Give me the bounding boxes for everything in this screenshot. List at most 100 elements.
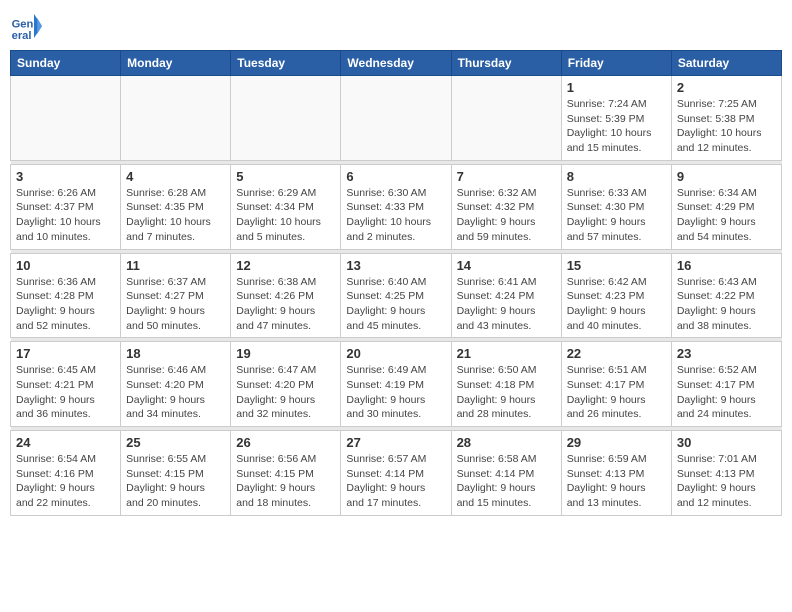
day-cell: 3 Sunrise: 6:26 AM Sunset: 4:37 PM Daylig… (11, 164, 121, 249)
day-info: Sunrise: 6:40 AM Sunset: 4:25 PM Dayligh… (346, 275, 445, 334)
day-cell: 24 Sunrise: 6:54 AM Sunset: 4:16 PM Dayli… (11, 431, 121, 516)
day-info: Sunrise: 6:30 AM Sunset: 4:33 PM Dayligh… (346, 186, 445, 245)
day-number: 12 (236, 258, 335, 273)
day-number: 10 (16, 258, 115, 273)
day-cell: 14 Sunrise: 6:41 AM Sunset: 4:24 PM Dayli… (451, 253, 561, 338)
day-info: Sunrise: 6:55 AM Sunset: 4:15 PM Dayligh… (126, 452, 225, 511)
weekday-header-monday: Monday (121, 51, 231, 76)
day-cell: 23 Sunrise: 6:52 AM Sunset: 4:17 PM Dayli… (671, 342, 781, 427)
day-number: 21 (457, 346, 556, 361)
day-number: 20 (346, 346, 445, 361)
day-number: 28 (457, 435, 556, 450)
day-cell: 29 Sunrise: 6:59 AM Sunset: 4:13 PM Dayli… (561, 431, 671, 516)
day-cell: 6 Sunrise: 6:30 AM Sunset: 4:33 PM Daylig… (341, 164, 451, 249)
day-number: 17 (16, 346, 115, 361)
day-cell: 19Sunrise: 6:47 AM Sunset: 4:20 PM Dayli… (231, 342, 341, 427)
day-number: 26 (236, 435, 335, 450)
day-number: 29 (567, 435, 666, 450)
day-cell: 8 Sunrise: 6:33 AM Sunset: 4:30 PM Daylig… (561, 164, 671, 249)
day-number: 5 (236, 169, 335, 184)
day-info: Sunrise: 6:28 AM Sunset: 4:35 PM Dayligh… (126, 186, 225, 245)
day-number: 7 (457, 169, 556, 184)
day-number: 9 (677, 169, 776, 184)
day-number: 16 (677, 258, 776, 273)
day-info: Sunrise: 6:57 AM Sunset: 4:14 PM Dayligh… (346, 452, 445, 511)
day-info: Sunrise: 6:33 AM Sunset: 4:30 PM Dayligh… (567, 186, 666, 245)
day-info: Sunrise: 6:59 AM Sunset: 4:13 PM Dayligh… (567, 452, 666, 511)
day-cell: 10 Sunrise: 6:36 AM Sunset: 4:28 PM Dayli… (11, 253, 121, 338)
week-row-2: 3 Sunrise: 6:26 AM Sunset: 4:37 PM Daylig… (11, 164, 782, 249)
day-number: 23 (677, 346, 776, 361)
day-number: 25 (126, 435, 225, 450)
day-cell (121, 76, 231, 161)
day-info: Sunrise: 6:43 AM Sunset: 4:22 PM Dayligh… (677, 275, 776, 334)
day-number: 14 (457, 258, 556, 273)
day-cell: 1Sunrise: 7:24 AM Sunset: 5:39 PM Daylig… (561, 76, 671, 161)
day-number: 8 (567, 169, 666, 184)
day-info: Sunrise: 6:37 AM Sunset: 4:27 PM Dayligh… (126, 275, 225, 334)
day-cell: 2 Sunrise: 7:25 AM Sunset: 5:38 PM Daylig… (671, 76, 781, 161)
day-number: 1 (567, 80, 666, 95)
day-cell: 25 Sunrise: 6:55 AM Sunset: 4:15 PM Dayli… (121, 431, 231, 516)
day-cell: 4 Sunrise: 6:28 AM Sunset: 4:35 PM Daylig… (121, 164, 231, 249)
day-number: 11 (126, 258, 225, 273)
day-number: 27 (346, 435, 445, 450)
day-cell (11, 76, 121, 161)
day-number: 3 (16, 169, 115, 184)
weekday-header-thursday: Thursday (451, 51, 561, 76)
day-info: Sunrise: 7:25 AM Sunset: 5:38 PM Dayligh… (677, 97, 776, 156)
day-info: Sunrise: 6:56 AM Sunset: 4:15 PM Dayligh… (236, 452, 335, 511)
svg-text:eral: eral (12, 30, 32, 42)
day-info: Sunrise: 6:52 AM Sunset: 4:17 PM Dayligh… (677, 363, 776, 422)
day-info: Sunrise: 6:42 AM Sunset: 4:23 PM Dayligh… (567, 275, 666, 334)
day-info: Sunrise: 6:58 AM Sunset: 4:14 PM Dayligh… (457, 452, 556, 511)
day-info: Sunrise: 6:47 AM Sunset: 4:20 PM Dayligh… (236, 363, 335, 422)
day-info: Sunrise: 6:45 AM Sunset: 4:21 PM Dayligh… (16, 363, 115, 422)
day-info: Sunrise: 6:41 AM Sunset: 4:24 PM Dayligh… (457, 275, 556, 334)
day-cell: 27 Sunrise: 6:57 AM Sunset: 4:14 PM Dayli… (341, 431, 451, 516)
week-row-5: 24 Sunrise: 6:54 AM Sunset: 4:16 PM Dayli… (11, 431, 782, 516)
day-number: 15 (567, 258, 666, 273)
day-info: Sunrise: 6:36 AM Sunset: 4:28 PM Dayligh… (16, 275, 115, 334)
day-number: 18 (126, 346, 225, 361)
day-cell: 21 Sunrise: 6:50 AM Sunset: 4:18 PM Dayli… (451, 342, 561, 427)
day-cell: 17 Sunrise: 6:45 AM Sunset: 4:21 PM Dayli… (11, 342, 121, 427)
logo-icon: Gen eral (10, 10, 42, 42)
weekday-header-sunday: Sunday (11, 51, 121, 76)
day-info: Sunrise: 7:01 AM Sunset: 4:13 PM Dayligh… (677, 452, 776, 511)
day-cell: 12 Sunrise: 6:38 AM Sunset: 4:26 PM Dayli… (231, 253, 341, 338)
header: Gen eral (10, 10, 782, 42)
weekday-header-row: SundayMondayTuesdayWednesdayThursdayFrid… (11, 51, 782, 76)
day-cell: 15 Sunrise: 6:42 AM Sunset: 4:23 PM Dayli… (561, 253, 671, 338)
day-number: 6 (346, 169, 445, 184)
day-info: Sunrise: 6:26 AM Sunset: 4:37 PM Dayligh… (16, 186, 115, 245)
day-cell (451, 76, 561, 161)
day-info: Sunrise: 6:32 AM Sunset: 4:32 PM Dayligh… (457, 186, 556, 245)
day-cell: 26 Sunrise: 6:56 AM Sunset: 4:15 PM Dayli… (231, 431, 341, 516)
day-info: Sunrise: 6:50 AM Sunset: 4:18 PM Dayligh… (457, 363, 556, 422)
week-row-4: 17 Sunrise: 6:45 AM Sunset: 4:21 PM Dayli… (11, 342, 782, 427)
weekday-header-friday: Friday (561, 51, 671, 76)
weekday-header-tuesday: Tuesday (231, 51, 341, 76)
day-info: Sunrise: 6:49 AM Sunset: 4:19 PM Dayligh… (346, 363, 445, 422)
day-number: 24 (16, 435, 115, 450)
day-info: Sunrise: 6:54 AM Sunset: 4:16 PM Dayligh… (16, 452, 115, 511)
day-info: Sunrise: 6:29 AM Sunset: 4:34 PM Dayligh… (236, 186, 335, 245)
svg-text:Gen: Gen (12, 19, 34, 31)
day-cell: 16 Sunrise: 6:43 AM Sunset: 4:22 PM Dayli… (671, 253, 781, 338)
day-number: 4 (126, 169, 225, 184)
day-cell: 11 Sunrise: 6:37 AM Sunset: 4:27 PM Dayli… (121, 253, 231, 338)
day-info: Sunrise: 6:51 AM Sunset: 4:17 PM Dayligh… (567, 363, 666, 422)
day-cell: 18 Sunrise: 6:46 AM Sunset: 4:20 PM Dayli… (121, 342, 231, 427)
weekday-header-saturday: Saturday (671, 51, 781, 76)
day-cell (231, 76, 341, 161)
day-cell: 7 Sunrise: 6:32 AM Sunset: 4:32 PM Daylig… (451, 164, 561, 249)
day-number: 2 (677, 80, 776, 95)
day-cell: 22 Sunrise: 6:51 AM Sunset: 4:17 PM Dayli… (561, 342, 671, 427)
day-cell: 30 Sunrise: 7:01 AM Sunset: 4:13 PM Dayli… (671, 431, 781, 516)
day-info: Sunrise: 6:38 AM Sunset: 4:26 PM Dayligh… (236, 275, 335, 334)
day-info: Sunrise: 6:46 AM Sunset: 4:20 PM Dayligh… (126, 363, 225, 422)
week-row-3: 10 Sunrise: 6:36 AM Sunset: 4:28 PM Dayli… (11, 253, 782, 338)
day-number: 30 (677, 435, 776, 450)
day-number: 22 (567, 346, 666, 361)
